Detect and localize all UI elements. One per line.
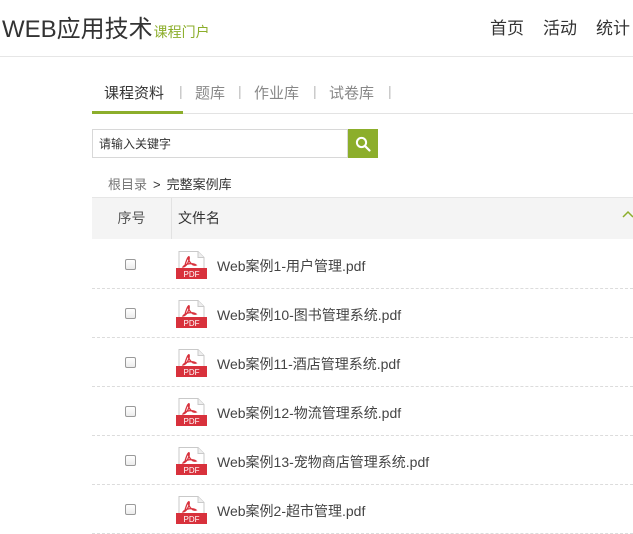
table-row: PDF Web案例12-物流管理系统.pdf [92,387,633,436]
tab-homework-bank[interactable]: 作业库 [254,82,299,103]
search-icon [355,136,371,152]
file-name-link[interactable]: Web案例10-图书管理系统.pdf [217,305,401,325]
table-row: PDF Web案例11-酒店管理系统.pdf [92,338,633,387]
active-tab-indicator [92,111,183,114]
file-name-link[interactable]: Web案例12-物流管理系统.pdf [217,403,401,423]
breadcrumb-separator: > [153,177,161,192]
pdf-file-icon: PDF [176,251,207,279]
pdf-file-icon: PDF [176,447,207,475]
pdf-file-icon: PDF [176,349,207,377]
chevron-up-icon[interactable] [622,210,633,220]
table-row: PDF Web案例2-超市管理.pdf [92,485,633,534]
row-checkbox[interactable] [125,455,136,466]
file-name-link[interactable]: Web案例1-用户管理.pdf [217,256,365,276]
file-name-link[interactable]: Web案例13-宠物商店管理系统.pdf [217,452,429,472]
pdf-file-icon: PDF [176,496,207,524]
file-name-link[interactable]: Web案例11-酒店管理系统.pdf [217,354,400,374]
tab-question-bank[interactable]: 题库 [195,82,225,103]
column-header-filename: 文件名 [178,210,220,226]
course-portal-label: 课程门户 [153,24,210,40]
table-row: PDF Web案例10-图书管理系统.pdf [92,289,633,338]
tab-separator: | [313,83,317,99]
course-title: WEB应用技术 [2,16,153,43]
nav-statistics[interactable]: 统计 [596,14,630,39]
nav-activity[interactable]: 活动 [543,14,577,39]
row-checkbox[interactable] [125,406,136,417]
resource-tabs: 课程资料 | 题库 | 作业库 | 试卷库 | [92,70,633,114]
svg-text:PDF: PDF [184,319,200,328]
column-header-number: 序号 [92,198,172,239]
pdf-file-icon: PDF [176,300,207,328]
table-header: 序号 文件名 [92,197,633,239]
table-row: PDF Web案例1-用户管理.pdf [92,240,633,289]
course-brand[interactable]: WEB应用技术课程门户 [2,9,210,44]
search-button[interactable] [348,129,378,158]
svg-text:PDF: PDF [184,270,200,279]
row-checkbox[interactable] [125,357,136,368]
row-checkbox[interactable] [125,308,136,319]
svg-text:PDF: PDF [184,515,200,524]
file-name-link[interactable]: Web案例2-超市管理.pdf [217,501,365,521]
tab-separator: | [179,83,183,99]
breadcrumb: 根目录 > 完整案例库 [108,174,232,193]
row-checkbox[interactable] [125,259,136,270]
nav-home[interactable]: 首页 [490,14,524,39]
search-input[interactable] [92,129,348,158]
tab-exam-bank[interactable]: 试卷库 [329,82,374,103]
tab-course-materials[interactable]: 课程资料 [104,82,164,103]
tab-separator: | [388,83,392,99]
svg-text:PDF: PDF [184,466,200,475]
row-checkbox[interactable] [125,504,136,515]
tab-separator: | [238,83,242,99]
pdf-file-icon: PDF [176,398,207,426]
svg-text:PDF: PDF [184,417,200,426]
table-row: PDF Web案例13-宠物商店管理系统.pdf [92,436,633,485]
breadcrumb-root[interactable]: 根目录 [108,177,147,192]
breadcrumb-current: 完整案例库 [166,177,232,192]
header: WEB应用技术课程门户 首页 活动 统计 [0,0,633,57]
svg-text:PDF: PDF [184,368,200,377]
